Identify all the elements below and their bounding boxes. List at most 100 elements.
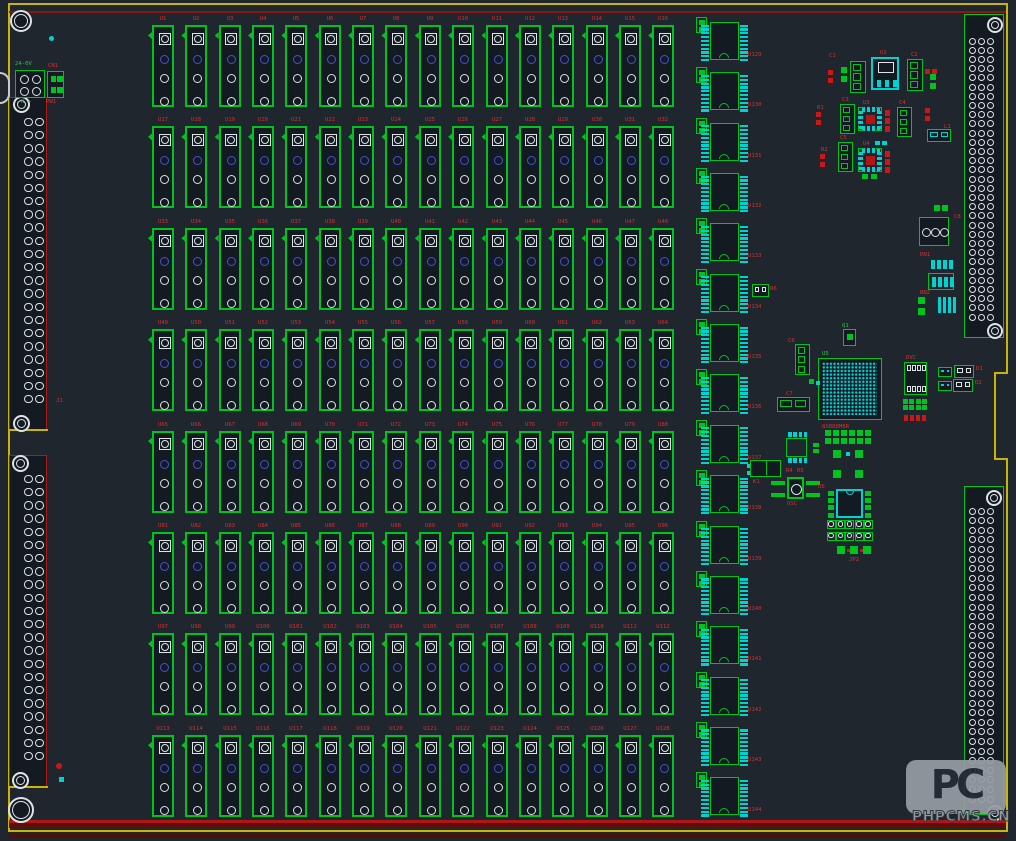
relay-footprint[interactable] <box>385 228 407 310</box>
relay-footprint[interactable] <box>152 228 174 310</box>
relay-footprint[interactable] <box>586 329 608 411</box>
relay-footprint[interactable] <box>152 735 174 817</box>
relay-footprint[interactable] <box>486 25 508 107</box>
pad-group[interactable] <box>813 443 843 473</box>
relay-footprint[interactable] <box>486 532 508 614</box>
dip8-socket[interactable] <box>836 489 863 518</box>
pad-group[interactable] <box>930 74 960 104</box>
relay-footprint[interactable] <box>319 431 341 513</box>
relay-footprint[interactable] <box>219 126 241 208</box>
relay-footprint[interactable] <box>652 431 674 513</box>
relay-footprint[interactable] <box>319 633 341 715</box>
relay-footprint[interactable] <box>252 25 274 107</box>
relay-footprint[interactable] <box>486 329 508 411</box>
relay-footprint[interactable] <box>652 633 674 715</box>
relay-footprint[interactable] <box>252 126 274 208</box>
ic-footprint[interactable] <box>694 570 756 620</box>
relay-footprint[interactable] <box>219 431 241 513</box>
relay-footprint[interactable] <box>519 25 541 107</box>
relay-footprint[interactable] <box>519 633 541 715</box>
relay-footprint[interactable] <box>285 735 307 817</box>
relay-footprint[interactable] <box>586 228 608 310</box>
relay-footprint[interactable] <box>619 532 641 614</box>
qfp-footprint[interactable] <box>858 107 882 131</box>
relay-footprint[interactable] <box>385 126 407 208</box>
relay-footprint[interactable] <box>486 228 508 310</box>
pad-group[interactable] <box>847 549 877 579</box>
relay-footprint[interactable] <box>619 228 641 310</box>
relay-footprint[interactable] <box>552 633 574 715</box>
pad-group[interactable] <box>862 174 892 204</box>
relay-footprint[interactable] <box>652 329 674 411</box>
ic-footprint[interactable] <box>694 117 756 167</box>
relay-footprint[interactable] <box>385 329 407 411</box>
relay-footprint[interactable] <box>352 25 374 107</box>
relay-footprint[interactable] <box>285 126 307 208</box>
ic-footprint[interactable] <box>694 419 756 469</box>
relay-footprint[interactable] <box>652 228 674 310</box>
relay-footprint[interactable] <box>552 25 574 107</box>
relay-footprint[interactable] <box>352 329 374 411</box>
pad-group[interactable] <box>820 154 850 184</box>
relay-footprint[interactable] <box>185 228 207 310</box>
relay-footprint[interactable] <box>486 126 508 208</box>
relay-footprint[interactable] <box>419 532 441 614</box>
relay-footprint[interactable] <box>419 25 441 107</box>
relay-footprint[interactable] <box>219 735 241 817</box>
ic-footprint[interactable] <box>694 721 756 771</box>
relay-footprint[interactable] <box>285 228 307 310</box>
relay-footprint[interactable] <box>552 735 574 817</box>
relay-footprint[interactable] <box>486 431 508 513</box>
pad-group[interactable] <box>875 141 905 171</box>
relay-footprint[interactable] <box>285 633 307 715</box>
ic-footprint[interactable] <box>694 368 756 418</box>
relay-footprint[interactable] <box>185 25 207 107</box>
relay-footprint[interactable] <box>319 25 341 107</box>
connector-2x5[interactable] <box>827 520 874 545</box>
relay-footprint[interactable] <box>419 329 441 411</box>
relay-footprint[interactable] <box>419 228 441 310</box>
relay-footprint[interactable] <box>152 25 174 107</box>
ic-footprint[interactable] <box>694 167 756 217</box>
pad-group[interactable] <box>904 415 934 445</box>
relay-footprint[interactable] <box>385 633 407 715</box>
relay-footprint[interactable] <box>385 25 407 107</box>
relay-footprint[interactable] <box>619 633 641 715</box>
relay-footprint[interactable] <box>285 532 307 614</box>
relay-footprint[interactable] <box>519 329 541 411</box>
relay-footprint[interactable] <box>552 126 574 208</box>
relay-footprint[interactable] <box>252 633 274 715</box>
relay-footprint[interactable] <box>586 532 608 614</box>
relay-footprint[interactable] <box>319 735 341 817</box>
relay-footprint[interactable] <box>586 633 608 715</box>
relay-footprint[interactable] <box>552 228 574 310</box>
relay-footprint[interactable] <box>185 735 207 817</box>
relay-footprint[interactable] <box>352 532 374 614</box>
pad-group[interactable] <box>885 110 915 140</box>
connector-left-J1[interactable] <box>9 97 47 430</box>
relay-footprint[interactable] <box>352 126 374 208</box>
ic-footprint[interactable] <box>694 771 756 821</box>
ic-footprint[interactable] <box>694 16 756 66</box>
ic-footprint[interactable] <box>694 318 756 368</box>
connector-right-J3[interactable] <box>964 14 1004 338</box>
relay-footprint[interactable] <box>486 633 508 715</box>
relay-footprint[interactable] <box>385 735 407 817</box>
relay-footprint[interactable] <box>552 329 574 411</box>
relay-footprint[interactable] <box>185 431 207 513</box>
relay-footprint[interactable] <box>252 532 274 614</box>
relay-footprint[interactable] <box>252 228 274 310</box>
relay-footprint[interactable] <box>319 532 341 614</box>
relay-footprint[interactable] <box>452 329 474 411</box>
relay-footprint[interactable] <box>586 126 608 208</box>
relay-footprint[interactable] <box>519 735 541 817</box>
relay-footprint[interactable] <box>619 126 641 208</box>
relay-footprint[interactable] <box>285 25 307 107</box>
relay-footprint[interactable] <box>419 126 441 208</box>
relay-footprint[interactable] <box>319 228 341 310</box>
relay-footprint[interactable] <box>486 735 508 817</box>
relay-footprint[interactable] <box>252 735 274 817</box>
ic-footprint[interactable] <box>694 520 756 570</box>
relay-footprint[interactable] <box>619 735 641 817</box>
connector-left-J2[interactable] <box>9 455 47 787</box>
